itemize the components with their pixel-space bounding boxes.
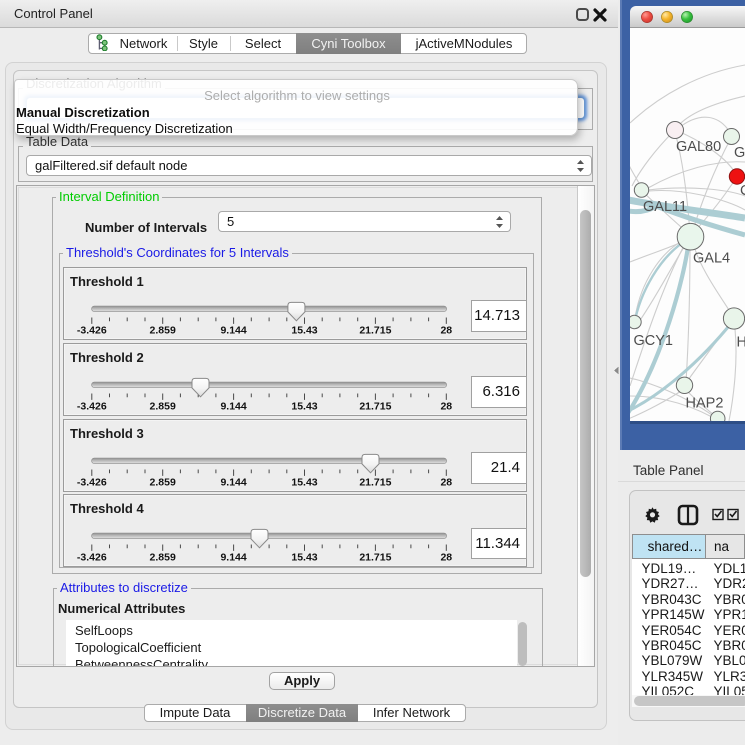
- svg-text:GCY1: GCY1: [634, 333, 674, 349]
- svg-text:15.43: 15.43: [291, 552, 317, 564]
- svg-text:9.144: 9.144: [220, 476, 246, 488]
- svg-text:C: C: [740, 183, 745, 199]
- svg-text:21.715: 21.715: [359, 400, 391, 412]
- svg-text:GA: GA: [734, 145, 745, 161]
- svg-text:2.859: 2.859: [150, 552, 176, 564]
- svg-text:9.144: 9.144: [220, 400, 246, 412]
- svg-text:28: 28: [440, 400, 452, 412]
- svg-text:GAL11: GAL11: [643, 199, 687, 215]
- svg-text:9.144: 9.144: [220, 552, 246, 564]
- svg-text:15.43: 15.43: [291, 400, 317, 412]
- svg-text:15.43: 15.43: [291, 476, 317, 488]
- svg-text:H: H: [737, 335, 745, 351]
- svg-text:21.715: 21.715: [359, 552, 391, 564]
- svg-text:21.715: 21.715: [359, 476, 391, 488]
- svg-text:28: 28: [440, 476, 452, 488]
- svg-text:-3.426: -3.426: [77, 400, 107, 412]
- svg-text:-3.426: -3.426: [77, 476, 107, 488]
- svg-text:21.715: 21.715: [359, 324, 391, 336]
- svg-text:2.859: 2.859: [150, 476, 176, 488]
- svg-text:28: 28: [440, 324, 452, 336]
- svg-text:-3.426: -3.426: [77, 552, 107, 564]
- svg-text:15.43: 15.43: [291, 324, 317, 336]
- svg-text:GAL4: GAL4: [693, 251, 730, 267]
- svg-text:2.859: 2.859: [150, 400, 176, 412]
- svg-text:2.859: 2.859: [150, 324, 176, 336]
- svg-text:HAP2: HAP2: [686, 396, 724, 412]
- svg-text:9.144: 9.144: [220, 324, 246, 336]
- svg-text:GAL80: GAL80: [676, 139, 721, 155]
- svg-text:28: 28: [440, 552, 452, 564]
- svg-text:-3.426: -3.426: [77, 324, 107, 336]
